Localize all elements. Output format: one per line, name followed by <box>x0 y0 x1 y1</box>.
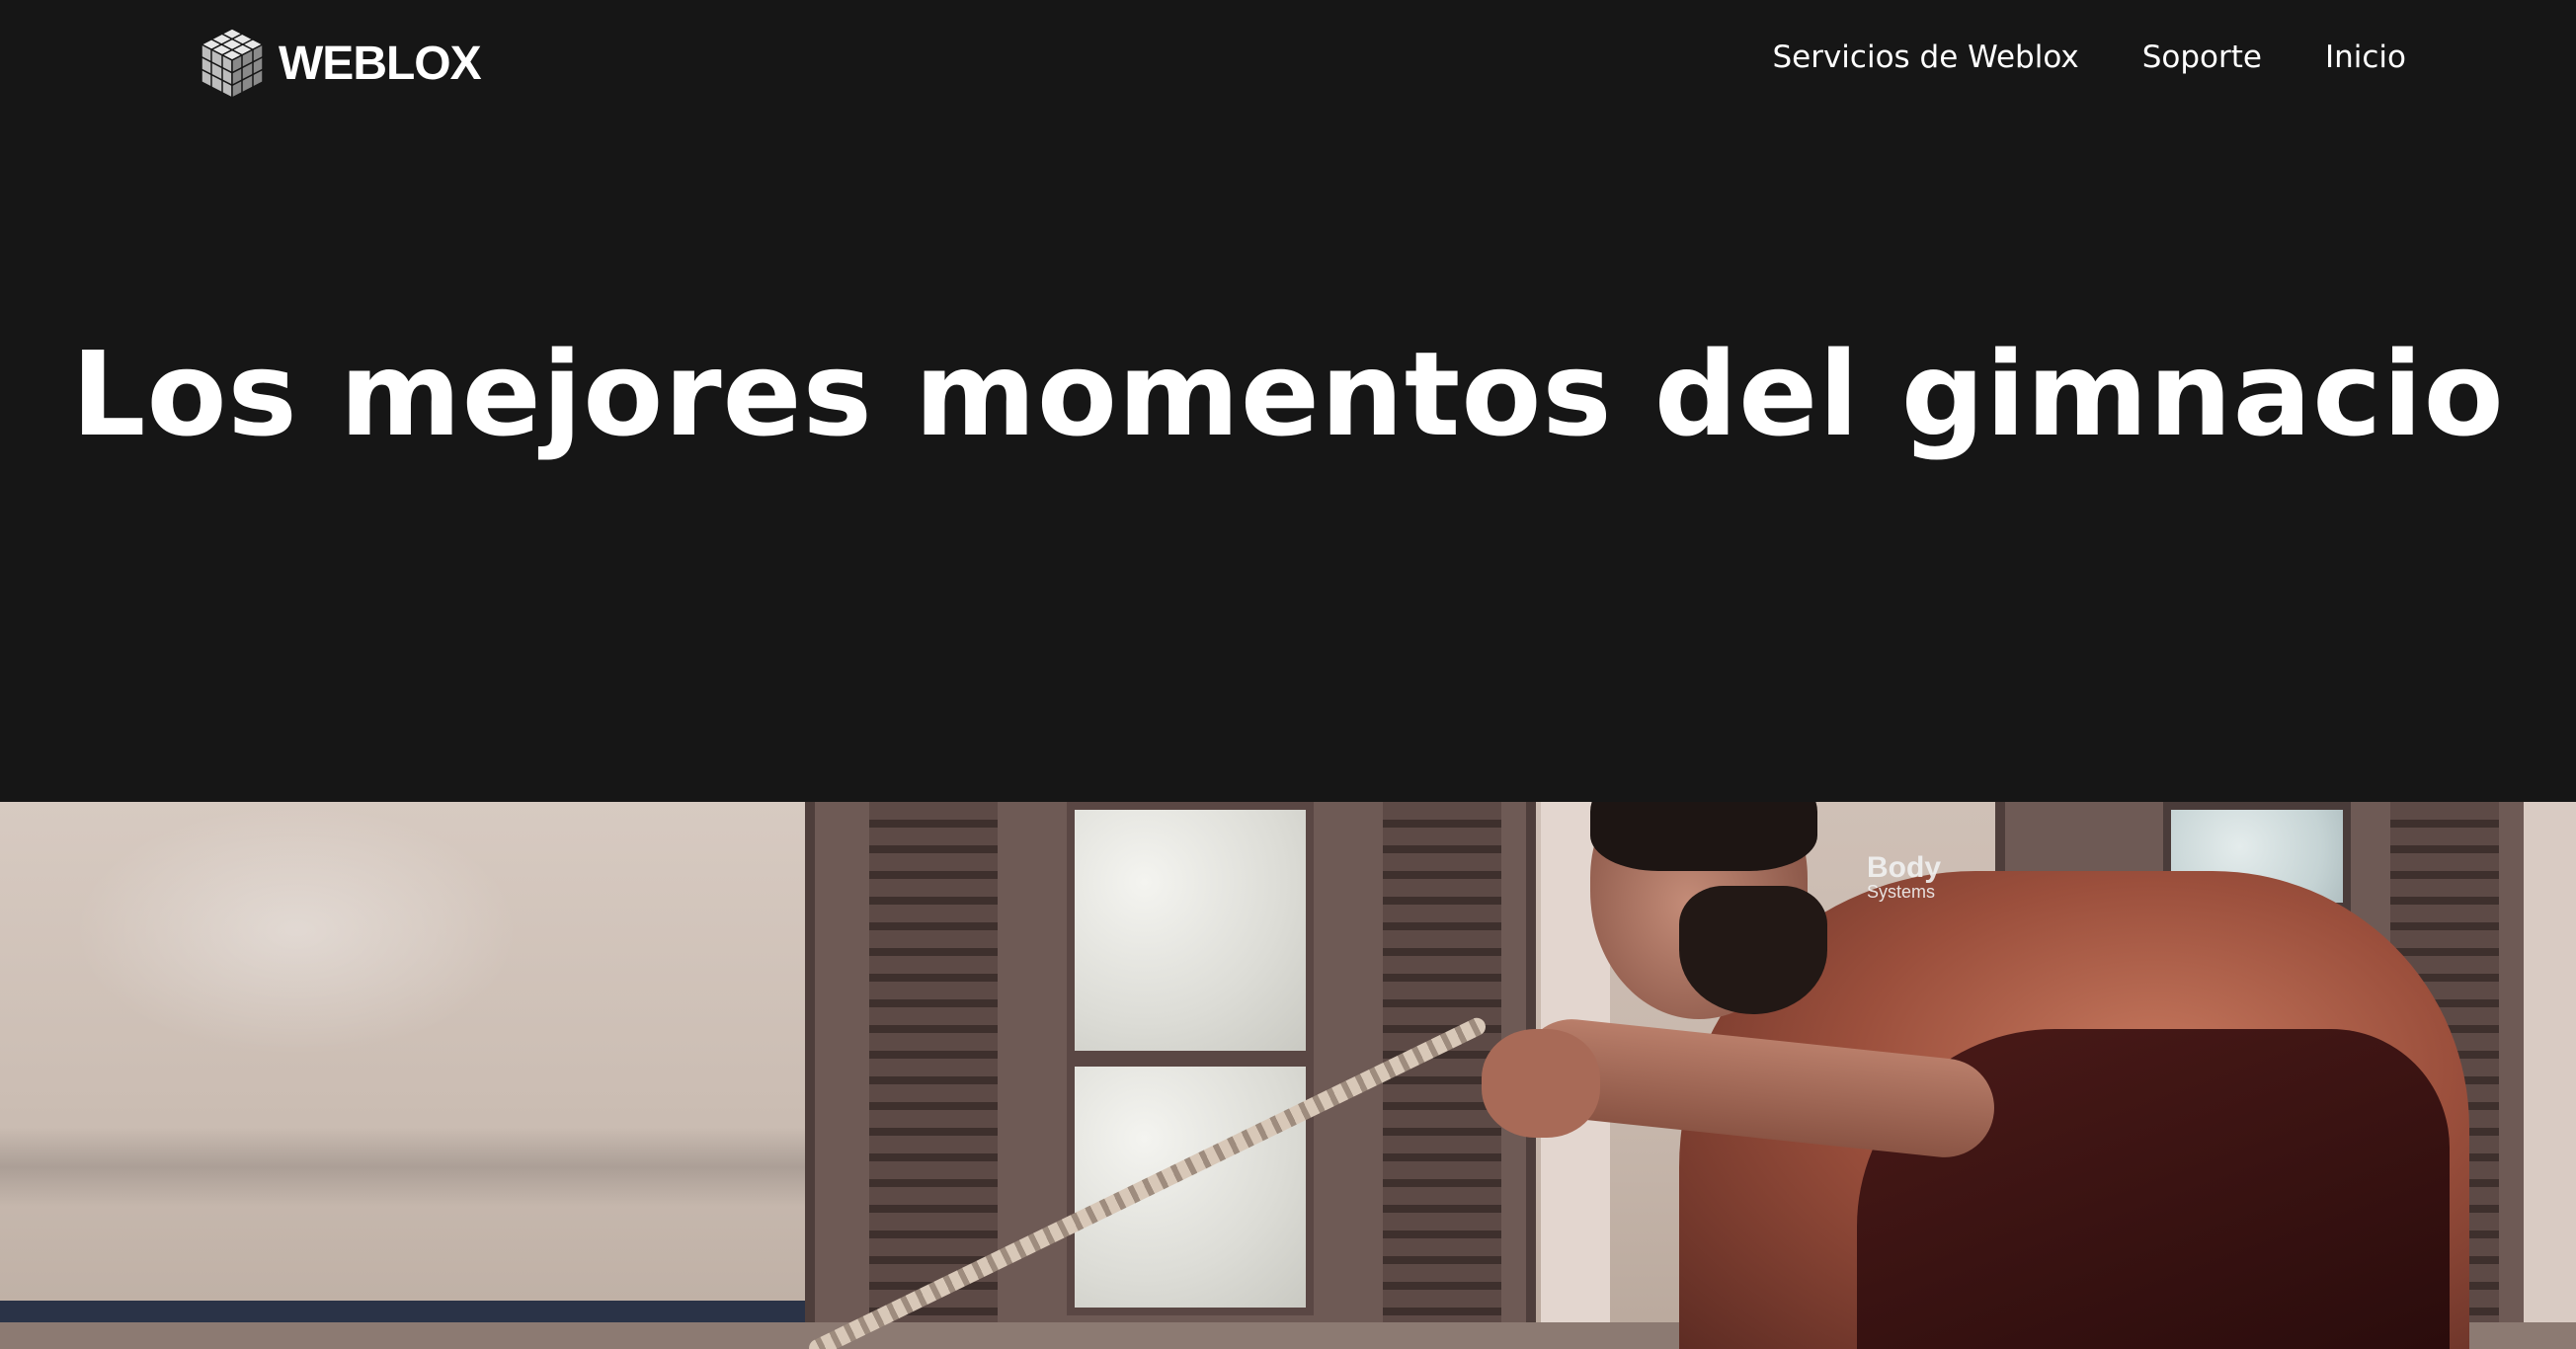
nav-item-inicio: Inicio <box>2325 40 2406 75</box>
site-header: WEBLOX Servicios de Weblox Soporte Inici… <box>0 0 2576 128</box>
brand-name: WEBLOX <box>279 37 482 90</box>
photo-athlete-hair <box>1590 802 1817 871</box>
nav-item-servicios: Servicios de Weblox <box>1772 40 2078 75</box>
nav-link-servicios[interactable]: Servicios de Weblox <box>1772 40 2078 75</box>
photo-pillar <box>2524 802 2576 1349</box>
photo-wall-stripe <box>0 1301 805 1322</box>
photo-window-pane <box>1067 1059 1314 1315</box>
photo-wall-stain <box>0 1128 805 1207</box>
nav-link-soporte[interactable]: Soporte <box>2142 40 2262 75</box>
site-logo-link[interactable]: WEBLOX <box>198 26 482 101</box>
hero-photo: Body Systems <box>0 802 2576 1349</box>
nav-item-soporte: Soporte <box>2142 40 2262 75</box>
photo-wall-logo-sub: Systems <box>1867 882 1936 902</box>
photo-wall <box>0 802 805 1349</box>
photo-athlete-beard <box>1679 886 1827 1014</box>
main-nav: Servicios de Weblox Soporte Inicio <box>1772 40 2406 75</box>
photo-wall-logo-title: Body <box>1867 851 1941 884</box>
page: WEBLOX Servicios de Weblox Soporte Inici… <box>0 0 2576 1349</box>
photo-athlete-hand <box>1482 1029 1600 1138</box>
photo-window-pane <box>1067 802 1314 1059</box>
nav-link-inicio[interactable]: Inicio <box>2325 40 2406 75</box>
photo-wall-logo: Body Systems <box>1867 851 1941 902</box>
photo-shutter <box>869 802 998 1325</box>
cube-grid-icon <box>200 28 265 100</box>
hero-title: Los mejores momentos del gimnacio <box>71 326 2505 462</box>
